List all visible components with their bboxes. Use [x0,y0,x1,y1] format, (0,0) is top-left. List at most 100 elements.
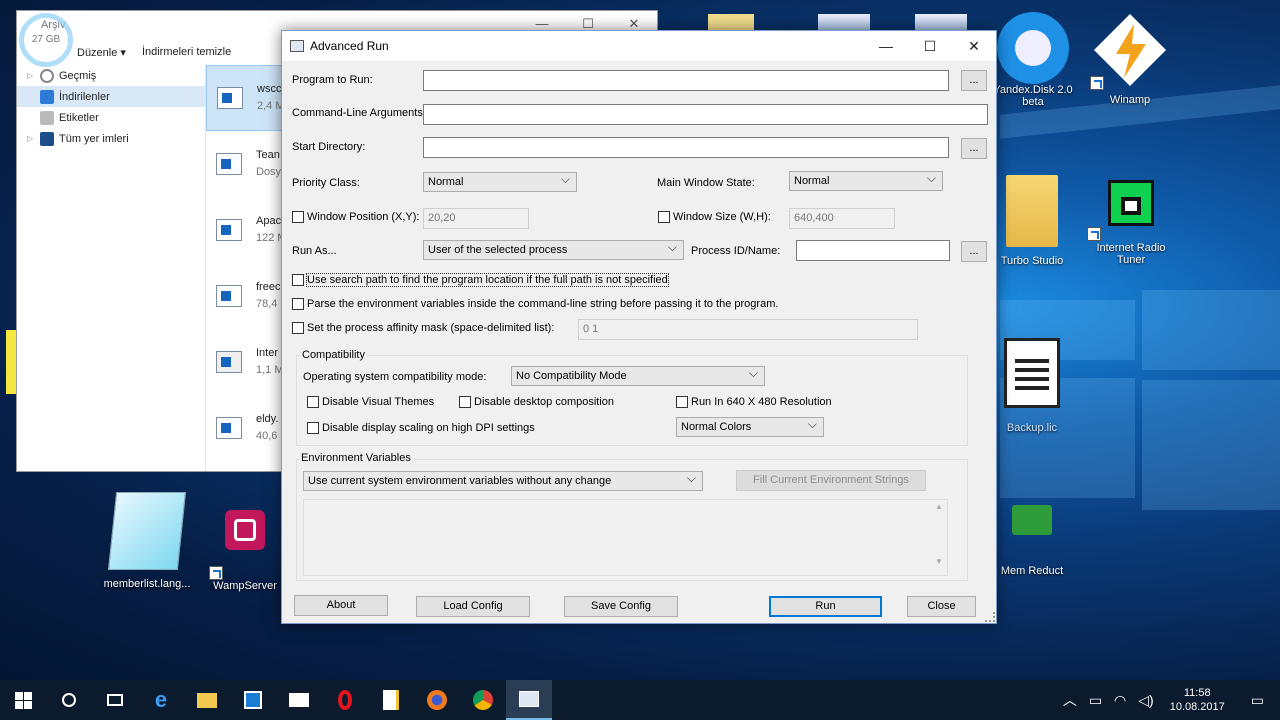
expand-icon[interactable]: ▷ [27,134,35,143]
environment-textarea[interactable]: ▲ ▼ [303,499,948,576]
affinity-checkbox[interactable]: Set the process affinity mask (space-del… [292,322,554,334]
checkbox-label: Run In 640 X 480 Resolution [691,396,832,408]
checkbox-label: Use search path to find the program loca… [306,273,669,287]
checkbox-box[interactable] [292,274,304,286]
run-button[interactable]: Run [769,596,882,617]
edge-icon: e [154,687,168,712]
close-button[interactable]: ✕ [952,31,996,61]
clock[interactable]: 11:58 10.08.2017 [1160,686,1235,714]
load-config-button[interactable]: Load Config [416,596,530,617]
checkbox-box[interactable] [307,396,319,408]
window-position-checkbox[interactable]: Window Position (X,Y): [292,211,419,223]
checkbox-box[interactable] [676,396,688,408]
wifi-icon[interactable]: ◠ [1108,692,1132,709]
search-icon [62,693,76,707]
pid-input[interactable] [796,240,950,261]
minimize-button[interactable]: — [864,31,908,61]
browse-process-button[interactable]: ... [961,241,987,262]
expand-icon[interactable]: ▷ [27,71,35,80]
taskbar-chrome[interactable] [460,680,506,720]
compat-mode-select[interactable]: No Compatibility Mode [511,366,765,386]
desktop-icon-memberlist[interactable]: memberlist.lang... [102,492,192,590]
startdir-input[interactable] [423,137,949,158]
taskbar-advanced-run[interactable] [506,680,552,720]
checkbox-box[interactable] [292,298,304,310]
winstate-select[interactable]: Normal [789,171,943,191]
yandex-disk-icon [997,12,1069,84]
about-button[interactable]: About [294,595,388,616]
affinity-input[interactable]: 0 1 [578,319,918,340]
taskbar-file-explorer[interactable] [184,680,230,720]
browse-startdir-button[interactable]: ... [961,138,987,159]
textarea-scrollbar[interactable]: ▲ ▼ [933,502,945,573]
battery-icon[interactable]: ▭ [1083,692,1108,709]
desktop-icon-wamp[interactable]: WampServer [200,510,290,592]
program-input[interactable] [423,70,949,91]
desktop-icon-memreduct[interactable]: Mem Reduct [987,505,1077,577]
start-button[interactable] [0,680,46,720]
browse-program-button[interactable]: ... [961,70,987,91]
clock-date: 10.08.2017 [1169,701,1225,713]
runas-select[interactable]: User of the selected process [423,240,684,260]
search-path-checkbox[interactable]: Use search path to find the program loca… [292,273,669,287]
taskbar-firefox[interactable] [414,680,460,720]
task-view-button[interactable] [92,680,138,720]
disable-visual-themes-checkbox[interactable]: Disable Visual Themes [307,396,434,408]
disable-dpi-scaling-checkbox[interactable]: Disable display scaling on high DPI sett… [307,422,535,434]
windows-logo-icon [14,691,32,709]
edit-menu-label: Düzenle [77,46,118,59]
clear-downloads-button[interactable]: İndirmeleri temizle [142,46,231,58]
checkbox-box[interactable] [658,211,670,223]
edit-menu[interactable]: Düzenle ▾ [77,46,126,59]
file-name: Inter [256,347,279,359]
file-icon [216,219,242,241]
sidebar-item-downloads[interactable]: İndirilenler [17,86,205,107]
sidebar-item-label: Etiketler [59,111,99,124]
window-size-input[interactable]: 640,400 [789,208,895,229]
desktop-icon-turbo[interactable]: Turbo Studio [987,175,1077,267]
desktop-icon-backup[interactable]: Backup.lic [987,338,1077,434]
desktop-icon-label: Yandex.Disk 2.0 beta [993,84,1073,108]
file-size: 78,4 [256,298,278,310]
maximize-button[interactable]: ☐ [908,31,952,61]
dialog-title: Advanced Run [310,39,389,53]
resize-grip-icon[interactable] [985,612,995,622]
taskbar-mail[interactable] [276,680,322,720]
search-button[interactable] [46,680,92,720]
show-hidden-icons-button[interactable]: ︿ [1057,690,1083,710]
taskbar-edge[interactable]: e [138,680,184,720]
window-size-checkbox[interactable]: Window Size (W,H): [658,211,771,223]
notifications-icon[interactable]: ▭ [1235,692,1280,709]
dialog-titlebar[interactable]: Advanced Run — ☐ ✕ [282,31,996,61]
desktop-icon-yandex[interactable]: Yandex.Disk 2.0 beta [988,12,1078,108]
library-sidebar: ▷ Geçmiş İndirilenler Etiketler ▷ Tüm yer … [17,65,205,471]
parse-env-checkbox[interactable]: Parse the environment variables inside t… [292,298,778,310]
window-position-input[interactable]: 20,20 [423,208,529,229]
checkbox-box[interactable] [292,322,304,334]
environment-mode-select[interactable]: Use current system environment variables… [303,471,703,491]
checkbox-box[interactable] [459,396,471,408]
sidebar-item-tags[interactable]: Etiketler [17,107,205,128]
desktop-icon-winamp[interactable]: Winamp [1085,10,1175,106]
taskbar-opera[interactable] [322,680,368,720]
file-icon [216,153,242,175]
taskbar-notepad[interactable] [368,680,414,720]
checkbox-box[interactable] [307,422,319,434]
volume-icon[interactable]: ◁) [1132,692,1159,709]
fill-environment-button[interactable]: Fill Current Environment Strings [736,470,926,491]
colors-select[interactable]: Normal Colors [676,417,824,437]
advanced-run-dialog[interactable]: Advanced Run — ☐ ✕ Program to Run: ... Com… [281,30,997,624]
sidebar-item-history[interactable]: ▷ Geçmiş [17,65,205,86]
file-icon [216,417,242,439]
disable-desktop-composition-checkbox[interactable]: Disable desktop composition [459,396,614,408]
checkbox-box[interactable] [292,211,304,223]
sidebar-item-all-bookmarks[interactable]: ▷ Tüm yer imleri [17,128,205,149]
args-input[interactable] [423,104,988,125]
save-config-button[interactable]: Save Config [564,596,678,617]
priority-select[interactable]: Normal [423,172,577,192]
taskbar-store[interactable] [230,680,276,720]
run-640-checkbox[interactable]: Run In 640 X 480 Resolution [676,396,832,408]
memory-chip-icon [1012,505,1052,535]
close-dialog-button[interactable]: Close [907,596,976,617]
desktop-icon-radio[interactable]: Internet Radio Tuner [1086,180,1176,266]
